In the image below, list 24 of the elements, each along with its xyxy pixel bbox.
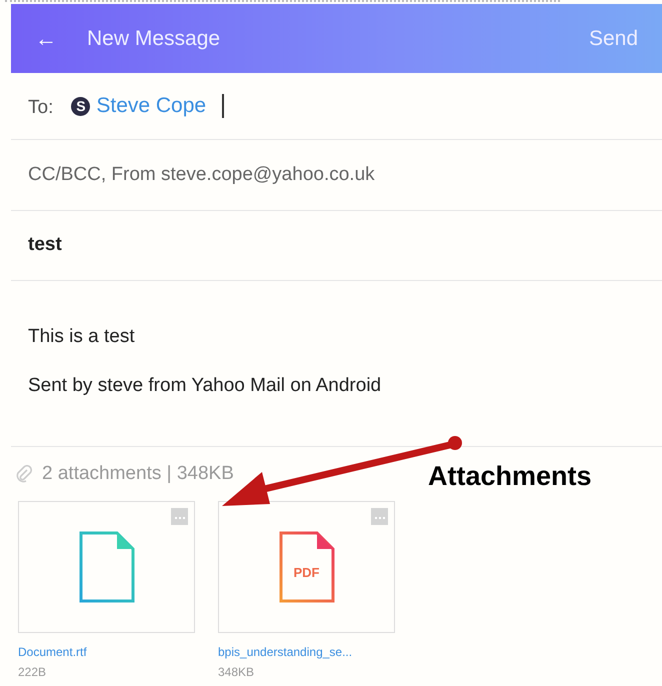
cc-from-field[interactable]: CC/BCC, From steve.cope@yahoo.co.uk <box>28 160 375 190</box>
more-icon[interactable] <box>171 508 188 524</box>
avatar-icon: S <box>71 96 90 116</box>
subject-field[interactable]: test <box>28 231 62 260</box>
attachment-thumbnail[interactable]: PDF <box>218 500 395 632</box>
to-label: To: <box>28 96 54 120</box>
header-title: New Message <box>87 26 220 52</box>
paperclip-icon <box>16 465 32 484</box>
attachment-name[interactable]: Document.rtf <box>18 642 195 660</box>
recipient-chip[interactable]: Steve Cope <box>96 90 206 122</box>
attachment-size: 348KB <box>218 664 256 680</box>
body-text: This is a test <box>28 325 136 349</box>
document-icon <box>78 530 134 602</box>
more-icon[interactable] <box>371 508 388 524</box>
body-text: Sent by steve from Yahoo Mail on Android <box>28 374 382 398</box>
text-cursor <box>222 94 224 118</box>
back-button[interactable]: ← <box>35 22 65 55</box>
annotation-label: Attachments <box>428 460 592 493</box>
pdf-icon: PDF <box>278 530 334 602</box>
attachment-name[interactable]: bpis_understanding_se... <box>218 642 395 660</box>
attachment-thumbnail[interactable] <box>18 500 195 632</box>
attachments-summary: 2 attachments | 348KB <box>42 462 234 486</box>
send-button[interactable]: Send <box>588 22 638 54</box>
attachment-size: 222B <box>18 664 48 680</box>
